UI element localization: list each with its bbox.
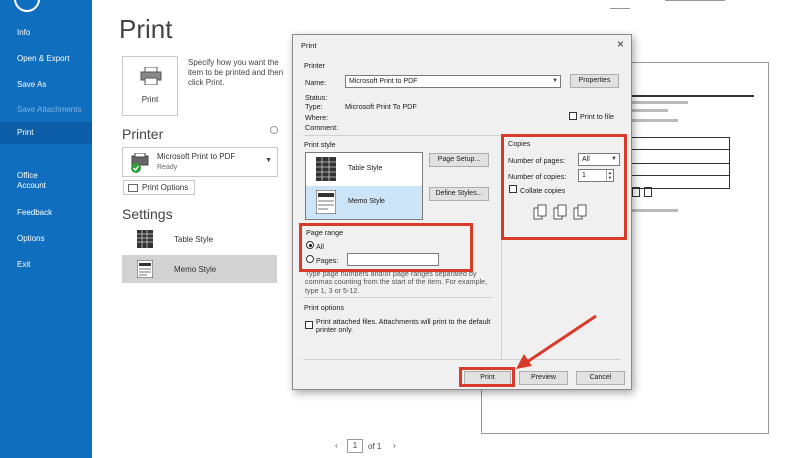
print-style-memo[interactable]: Memo Style (306, 186, 422, 219)
print-style-table-label: Table Style (348, 165, 383, 172)
preview-attachment-icon (632, 187, 640, 197)
table-style-icon (137, 230, 153, 248)
status-label: Status: (305, 93, 328, 102)
table-style-icon (316, 157, 336, 181)
backstage-nav: Info Open & Export Save As Save Attachme… (0, 0, 92, 458)
print-style-group-label: Print style (304, 140, 336, 149)
dialog-title: Print (301, 41, 317, 50)
where-label: Where: (305, 113, 329, 122)
page-title: Print (119, 14, 173, 44)
nav-item-options[interactable]: Options (0, 234, 92, 244)
print-attached-label: Print attached files. Attachments will p… (316, 317, 491, 335)
preview-text (628, 209, 678, 212)
printer-group-label: Printer (304, 61, 326, 70)
printer-heading: Printer (122, 126, 164, 142)
info-icon[interactable] (270, 126, 278, 134)
print-to-file-checkbox[interactable] (569, 112, 577, 120)
printer-name-value: Microsoft Print to PDF (349, 78, 418, 85)
print-big-button[interactable]: Print (122, 56, 178, 116)
type-value: Microsoft Print To PDF (345, 102, 417, 111)
nav-item-feedback[interactable]: Feedback (0, 208, 92, 218)
back-arrow-icon[interactable] (14, 0, 40, 12)
preview-text (628, 101, 688, 104)
settings-heading: Settings (122, 206, 173, 222)
nav-item-print[interactable]: Print (0, 122, 92, 144)
print-big-label: Print (141, 95, 159, 104)
print-options-button[interactable]: Print Options (123, 180, 195, 195)
preview-button[interactable]: Preview (519, 371, 568, 385)
close-icon[interactable]: × (617, 37, 624, 51)
print-options-group-label: Print options (304, 303, 344, 312)
define-styles-button[interactable]: Define Styles... (429, 187, 489, 201)
page-count: of 1 (368, 442, 382, 451)
printer-name: Microsoft Print to PDF (157, 152, 236, 161)
print-description: Specify how you want the item to be prin… (188, 58, 284, 87)
preview-rule (626, 95, 754, 97)
memo-style-icon (137, 260, 153, 278)
nav-item-save-attachments: Save Attachments (17, 105, 82, 114)
highlight-copies (501, 134, 627, 240)
printer-status: Ready (157, 164, 178, 171)
style-memo[interactable]: Memo Style (122, 255, 277, 283)
comment-label: Comment: (305, 123, 339, 132)
printer-icon (140, 67, 162, 85)
print-style-table[interactable]: Table Style (306, 153, 422, 186)
name-label: Name: (305, 78, 327, 87)
highlight-print-button (459, 367, 515, 387)
print-style-memo-label: Memo Style (348, 198, 385, 205)
print-style-list: Table Style Memo Style (305, 152, 423, 220)
separator (303, 297, 493, 298)
nav-item-save-as[interactable]: Save As (0, 80, 92, 90)
print-options-label: Print Options (142, 183, 189, 192)
preview-text (628, 109, 668, 112)
memo-style-icon (316, 190, 336, 214)
nav-item-info[interactable]: Info (0, 28, 92, 38)
page-setup-button[interactable]: Page Setup... (429, 153, 489, 167)
preview-attachment-icon (644, 187, 652, 197)
preview-rule (626, 175, 730, 176)
chevron-down-icon: ▼ (265, 157, 272, 164)
style-table[interactable]: Table Style (122, 225, 277, 253)
preview-rule (626, 163, 730, 164)
arrow-icon (516, 314, 597, 369)
chevron-down-icon: ▼ (552, 78, 558, 84)
decoration-line (665, 0, 725, 1)
print-attached-checkbox[interactable] (305, 321, 313, 329)
printer-select[interactable]: Microsoft Print to PDF Ready ▼ (122, 147, 278, 177)
style-table-label: Table Style (174, 235, 214, 244)
options-icon (128, 184, 138, 192)
next-page-icon[interactable]: › (393, 441, 396, 450)
printer-name-select[interactable]: Microsoft Print to PDF ▼ (345, 75, 561, 88)
page-range-help: Type page numbers and/or page ranges sep… (305, 269, 488, 295)
style-memo-label: Memo Style (174, 265, 217, 274)
type-label: Type: (305, 102, 323, 111)
properties-button[interactable]: Properties (570, 74, 619, 88)
print-to-file-label: Print to file (580, 112, 614, 121)
printer-ready-icon (131, 153, 149, 173)
prev-page-icon[interactable]: ‹ (335, 441, 338, 450)
nav-item-open-export[interactable]: Open & Export (0, 54, 92, 64)
nav-item-office-account[interactable]: Office Account (0, 171, 92, 191)
cancel-button[interactable]: Cancel (576, 371, 625, 385)
nav-item-exit[interactable]: Exit (0, 260, 92, 270)
preview-text (628, 119, 678, 122)
decoration-line (610, 8, 630, 9)
highlight-page-range (299, 223, 473, 272)
preview-rule (626, 149, 730, 150)
page-number-input[interactable]: 1 (347, 439, 363, 453)
